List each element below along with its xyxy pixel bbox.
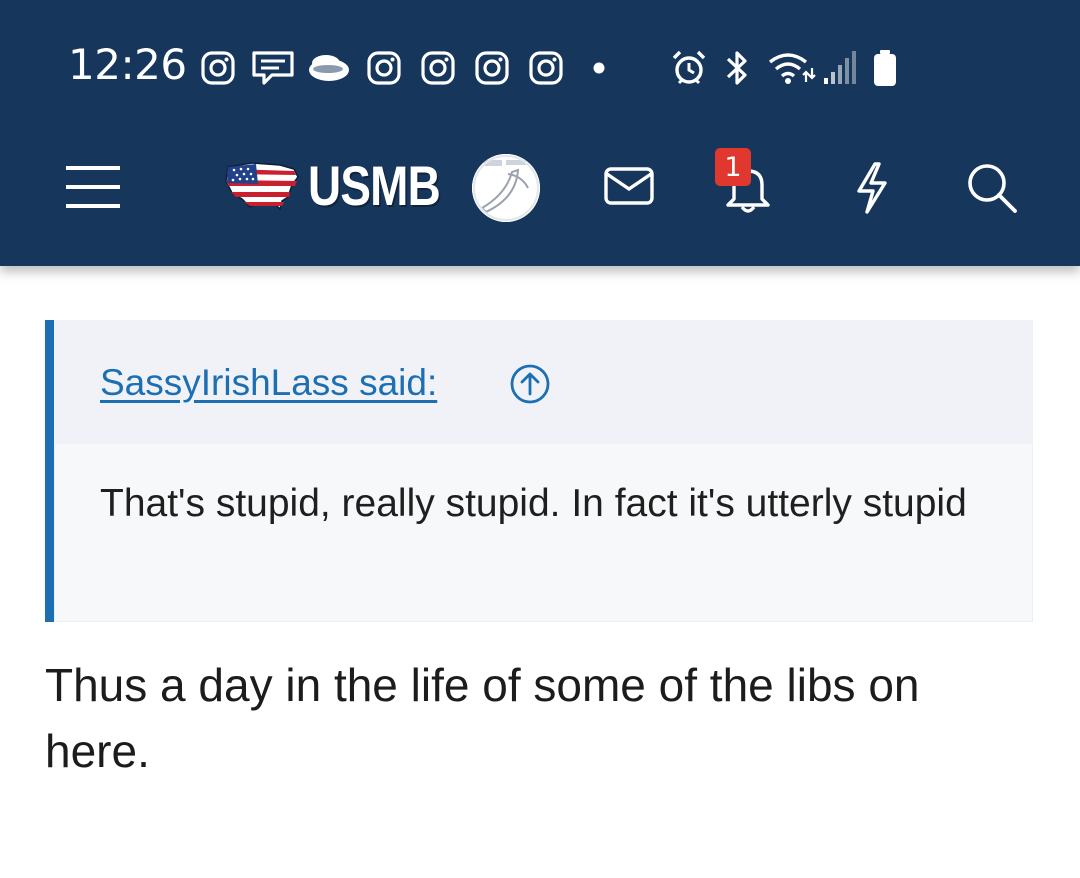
instagram-icon	[421, 51, 455, 85]
signal-icon	[824, 51, 856, 84]
status-time: 12:26	[68, 40, 187, 89]
post-text: Thus a day in the life of some of the li…	[45, 659, 920, 777]
instagram-icon	[201, 51, 235, 85]
alarm-icon	[672, 50, 706, 85]
system-indicators	[670, 46, 898, 90]
bolt-icon	[857, 162, 887, 214]
instagram-icon	[529, 51, 563, 85]
notification-icons	[200, 46, 606, 90]
quote-text: That's stupid, really stupid. In fact it…	[100, 482, 967, 525]
instagram-icon	[367, 51, 401, 85]
us-map-flag-icon	[225, 162, 299, 211]
wifi-icon	[768, 53, 816, 84]
user-avatar[interactable]	[472, 154, 540, 222]
envelope-icon	[604, 167, 654, 205]
logo-text: USMB	[308, 153, 441, 217]
instagram-icon	[475, 51, 509, 85]
bluetooth-icon	[726, 51, 747, 85]
battery-icon	[874, 50, 896, 86]
inbox-button[interactable]	[600, 160, 658, 212]
messages-icon	[252, 51, 294, 85]
avatar-image-icon	[472, 154, 540, 222]
notification-count-badge: 1	[715, 148, 751, 186]
search-button[interactable]	[964, 160, 1020, 216]
app-header: 12:26 USMB 1	[0, 0, 1080, 266]
quote-header: SassyIrishLass said:	[54, 320, 1033, 444]
search-icon	[968, 164, 1017, 213]
more-notifications-dot-icon	[593, 62, 605, 74]
menu-button[interactable]	[60, 160, 126, 214]
site-logo[interactable]: USMB	[222, 150, 469, 220]
quoted-post: SassyIrishLass said: That's stupid, real…	[45, 320, 1033, 622]
hamburger-icon	[66, 166, 120, 208]
cloud-icon	[309, 55, 349, 81]
quote-author-link[interactable]: SassyIrishLass said:	[100, 362, 437, 404]
jump-to-quote-icon[interactable]	[508, 362, 552, 406]
post-actions-cutoff	[45, 838, 1080, 878]
whats-new-button[interactable]	[848, 160, 894, 216]
